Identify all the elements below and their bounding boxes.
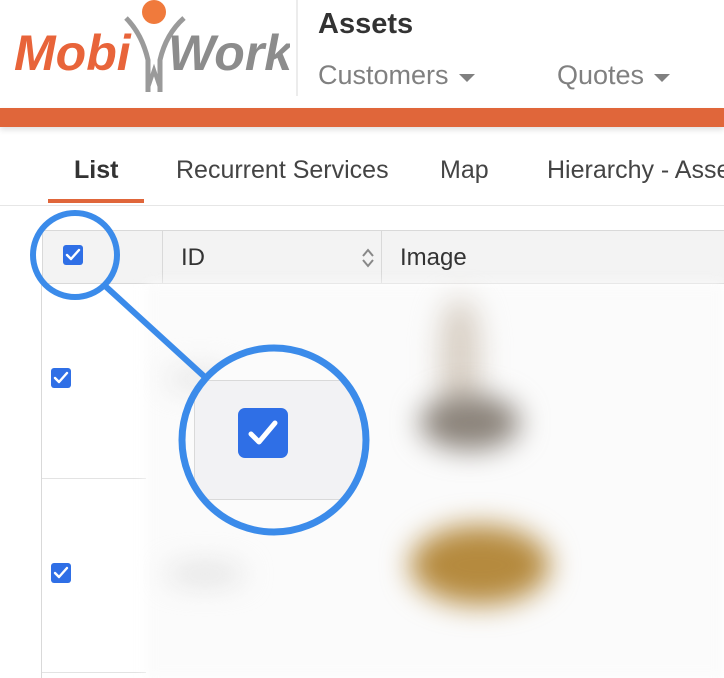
row-divider bbox=[42, 478, 146, 479]
nav-quotes-label: Quotes bbox=[557, 60, 645, 90]
app-header: Mobi Work Assets Customers Quotes bbox=[0, 0, 724, 110]
tab-map[interactable]: Map bbox=[440, 156, 489, 185]
image-column-label: Image bbox=[400, 244, 467, 271]
mobiwork-logo[interactable]: Mobi Work bbox=[8, 0, 290, 96]
check-icon bbox=[248, 420, 278, 445]
asset-image-blurred bbox=[410, 525, 550, 605]
table-header: ID Image bbox=[42, 230, 724, 284]
nav-customers[interactable]: Customers bbox=[318, 60, 475, 91]
image-column-header[interactable]: Image bbox=[382, 231, 724, 283]
nav-quotes[interactable]: Quotes bbox=[557, 60, 671, 91]
view-tabs: List Recurrent Services Map Hierarchy - … bbox=[0, 150, 724, 206]
id-column-header[interactable]: ID bbox=[163, 231, 382, 283]
nav-customers-label: Customers bbox=[318, 60, 449, 90]
chevron-down-icon bbox=[458, 73, 475, 82]
check-icon bbox=[53, 371, 69, 384]
tab-list[interactable]: List bbox=[74, 156, 118, 185]
active-tab-indicator bbox=[48, 199, 144, 203]
row-select-checkbox[interactable] bbox=[51, 368, 71, 388]
header-accent-bar bbox=[0, 108, 724, 127]
select-all-checkbox[interactable] bbox=[63, 245, 83, 265]
zoom-magnifier bbox=[184, 350, 364, 530]
table-left-border bbox=[41, 284, 42, 678]
id-value-blurred bbox=[165, 565, 245, 583]
asset-image-blurred bbox=[420, 395, 520, 450]
tab-hierarchy[interactable]: Hierarchy - Asse bbox=[547, 156, 724, 185]
svg-text:Mobi: Mobi bbox=[14, 25, 132, 81]
zoomed-checkbox bbox=[238, 408, 288, 458]
header-divider bbox=[296, 0, 298, 96]
row-select-checkbox[interactable] bbox=[51, 563, 71, 583]
row-divider bbox=[42, 672, 146, 673]
sort-icon[interactable] bbox=[361, 247, 375, 269]
chevron-down-icon bbox=[654, 73, 671, 82]
section-title: Assets bbox=[318, 8, 414, 40]
check-icon bbox=[65, 248, 81, 261]
tab-recurrent-services[interactable]: Recurrent Services bbox=[176, 156, 389, 185]
check-icon bbox=[53, 566, 69, 579]
id-column-label: ID bbox=[181, 244, 205, 271]
select-column-header bbox=[43, 231, 163, 283]
svg-text:Work: Work bbox=[168, 25, 290, 81]
